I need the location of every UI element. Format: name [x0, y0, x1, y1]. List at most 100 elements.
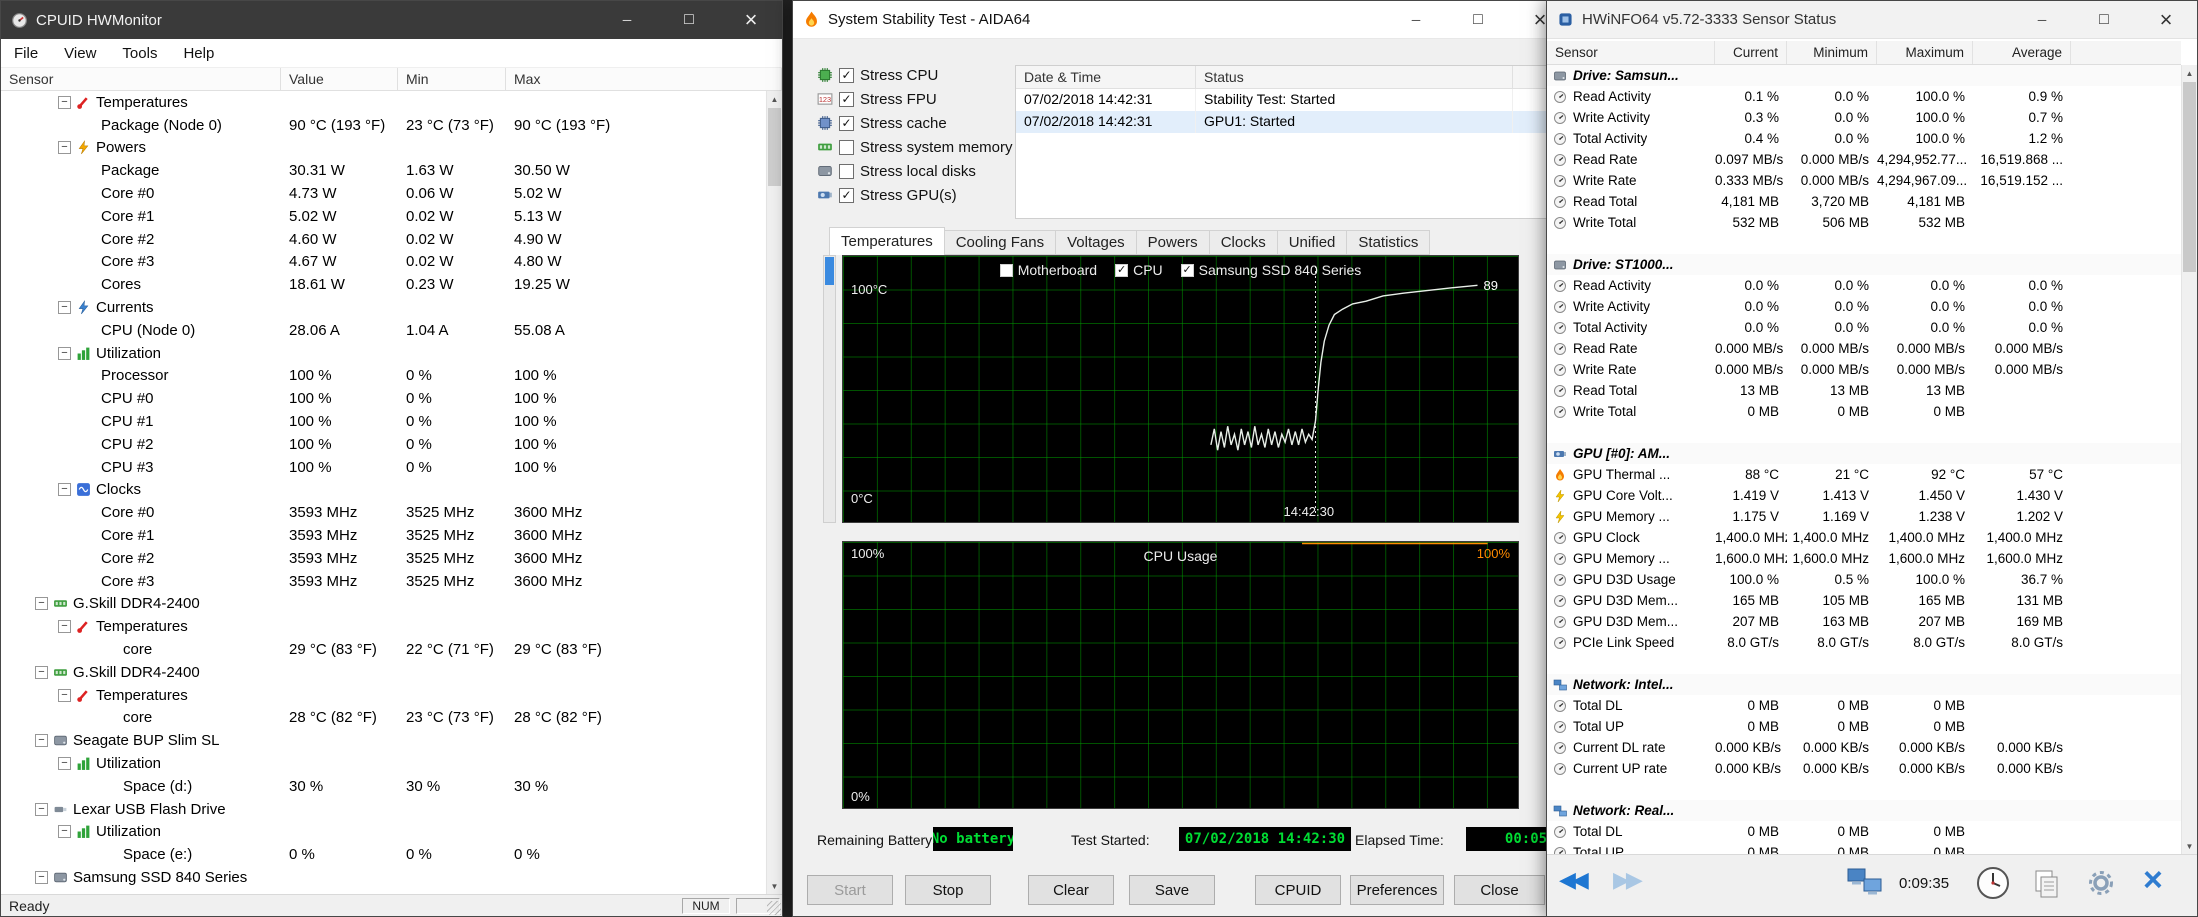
sensor-row[interactable]: Utilization: [1, 821, 766, 844]
sensor-group-header[interactable]: Network: Real...: [1547, 800, 2181, 821]
chart-scrollbar-thumb[interactable]: [825, 257, 834, 285]
sensor-row[interactable]: CPU #2100 %0 %100 %: [1, 433, 766, 456]
sensor-row[interactable]: GPU Memory ...1.175 V1.169 V1.238 V1.202…: [1547, 506, 2181, 527]
menu-help[interactable]: Help: [170, 45, 227, 62]
aida64-titlebar[interactable]: System Stability Test - AIDA64: [793, 1, 1571, 39]
stop-button[interactable]: Stop: [905, 875, 991, 905]
sensor-row[interactable]: Write Total0 MB0 MB0 MB: [1547, 401, 2181, 422]
stress-checkbox[interactable]: [839, 164, 854, 179]
sensor-row[interactable]: Read Rate0.000 MB/s0.000 MB/s0.000 MB/s0…: [1547, 338, 2181, 359]
sensor-row[interactable]: Currents: [1, 296, 766, 319]
history-back-icon[interactable]: [1559, 867, 1585, 893]
sensor-row[interactable]: CPU #1100 %0 %100 %: [1, 410, 766, 433]
menu-view[interactable]: View: [51, 45, 109, 62]
tree-expander[interactable]: [58, 757, 71, 770]
sensor-row[interactable]: PCIe Link Speed8.0 GT/s8.0 GT/s8.0 GT/s8…: [1547, 632, 2181, 653]
sensor-row[interactable]: core28 °C (82 °F)23 °C (73 °F)28 °C (82 …: [1, 707, 766, 730]
sensor-row[interactable]: Read Rate0.097 MB/s0.000 MB/s4,294,952.7…: [1547, 149, 2181, 170]
sensor-group-header[interactable]: Drive: ST1000...: [1547, 254, 2181, 275]
tree-expander[interactable]: [58, 689, 71, 702]
sensor-row[interactable]: Total UP0 MB0 MB0 MB: [1547, 842, 2181, 854]
sensor-row[interactable]: GPU D3D Mem...165 MB105 MB165 MB131 MB: [1547, 590, 2181, 611]
vertical-scrollbar[interactable]: [766, 91, 782, 894]
log-row[interactable]: 07/02/2018 14:42:31GPU1: Started: [1016, 111, 1562, 133]
sensor-row[interactable]: G.Skill DDR4-2400: [1, 661, 766, 684]
tree-expander[interactable]: [58, 483, 71, 496]
sensor-row[interactable]: Utilization: [1, 342, 766, 365]
sensor-row[interactable]: Core #03593 MHz3525 MHz3600 MHz: [1, 501, 766, 524]
stress-option[interactable]: Stress local disks: [817, 159, 1013, 183]
column-header-maximum[interactable]: Maximum: [1877, 41, 1973, 64]
report-icon[interactable]: [2033, 869, 2061, 899]
stress-option[interactable]: Stress cache: [817, 111, 1013, 135]
start-button[interactable]: Start: [807, 875, 893, 905]
maximize-button[interactable]: [658, 1, 720, 39]
sensor-row[interactable]: Write Total532 MB506 MB532 MB: [1547, 212, 2181, 233]
maximize-button[interactable]: [1447, 1, 1509, 38]
scrollbar-thumb[interactable]: [768, 108, 781, 186]
column-header-min[interactable]: Min: [398, 68, 506, 90]
log-row[interactable]: 07/02/2018 14:42:31Stability Test: Start…: [1016, 89, 1562, 111]
tree-expander[interactable]: [58, 141, 71, 154]
menu-file[interactable]: File: [1, 45, 51, 62]
tab-unified[interactable]: Unified: [1278, 230, 1348, 255]
sensor-row[interactable]: Read Activity0.0 %0.0 %0.0 %0.0 %: [1547, 275, 2181, 296]
minimize-button[interactable]: [596, 1, 658, 39]
settings-gear-icon[interactable]: [2087, 869, 2115, 897]
close-button[interactable]: [2135, 1, 2197, 38]
sensor-row[interactable]: G.Skill DDR4-2400: [1, 593, 766, 616]
sensor-row[interactable]: GPU Thermal ...88 °C21 °C92 °C57 °C: [1547, 464, 2181, 485]
maximize-button[interactable]: [2073, 1, 2135, 38]
stress-checkbox[interactable]: [839, 116, 854, 131]
sensor-row[interactable]: Read Total13 MB13 MB13 MB: [1547, 380, 2181, 401]
sensor-row[interactable]: Current UP rate0.000 KB/s0.000 KB/s0.000…: [1547, 758, 2181, 779]
tab-cooling-fans[interactable]: Cooling Fans: [945, 230, 1056, 255]
sensor-row[interactable]: Processor100 %0 %100 %: [1, 365, 766, 388]
legend-checkbox[interactable]: [1115, 264, 1128, 277]
stress-checkbox[interactable]: [839, 68, 854, 83]
column-header-value[interactable]: Value: [281, 68, 398, 90]
column-header-sensor[interactable]: Sensor: [1547, 41, 1715, 64]
sensor-row[interactable]: Space (d:)30 %30 %30 %: [1, 775, 766, 798]
sensor-row[interactable]: Lexar USB Flash Drive: [1, 798, 766, 821]
sensor-row[interactable]: Current DL rate0.000 KB/s0.000 KB/s0.000…: [1547, 737, 2181, 758]
tree-expander[interactable]: [58, 825, 71, 838]
scroll-up-icon[interactable]: [767, 91, 782, 107]
sensor-row[interactable]: GPU Memory ...1,600.0 MHz1,600.0 MHz1,60…: [1547, 548, 2181, 569]
sensor-row[interactable]: Core #34.67 W0.02 W4.80 W: [1, 251, 766, 274]
log-column-status[interactable]: Status: [1196, 66, 1513, 88]
vertical-scrollbar[interactable]: [2181, 65, 2197, 854]
sensor-row[interactable]: Read Total4,181 MB3,720 MB4,181 MB: [1547, 191, 2181, 212]
sensor-row[interactable]: Core #24.60 W0.02 W4.90 W: [1, 228, 766, 251]
resize-grip[interactable]: [767, 901, 781, 915]
sensor-row[interactable]: CPU #0100 %0 %100 %: [1, 387, 766, 410]
sensor-row[interactable]: Space (e:)0 %0 %0 %: [1, 843, 766, 866]
sensor-row[interactable]: Temperatures: [1, 684, 766, 707]
stress-option[interactable]: Stress CPU: [817, 63, 1013, 87]
sensor-row[interactable]: Powers: [1, 137, 766, 160]
close-sensors-icon[interactable]: [2143, 861, 2163, 900]
stress-checkbox[interactable]: [839, 188, 854, 203]
save-button[interactable]: Save: [1129, 875, 1215, 905]
sensor-row[interactable]: Write Activity0.0 %0.0 %0.0 %0.0 %: [1547, 296, 2181, 317]
tree-expander[interactable]: [58, 620, 71, 633]
tree-expander[interactable]: [35, 597, 48, 610]
sensor-row[interactable]: Package (Node 0)90 °C (193 °F)23 °C (73 …: [1, 114, 766, 137]
sensor-row[interactable]: Total Activity0.4 %0.0 %100.0 %1.2 %: [1547, 128, 2181, 149]
sensor-row[interactable]: Write Rate0.333 MB/s0.000 MB/s4,294,967.…: [1547, 170, 2181, 191]
sensor-row[interactable]: Core #23593 MHz3525 MHz3600 MHz: [1, 547, 766, 570]
sensor-row[interactable]: Total UP0 MB0 MB0 MB: [1547, 716, 2181, 737]
log-column-datetime[interactable]: Date & Time: [1016, 66, 1196, 88]
tree-expander[interactable]: [58, 96, 71, 109]
sensor-row[interactable]: CPU (Node 0)28.06 A1.04 A55.08 A: [1, 319, 766, 342]
sensor-row[interactable]: GPU D3D Mem...207 MB163 MB207 MB169 MB: [1547, 611, 2181, 632]
history-forward-icon[interactable]: [1613, 867, 1639, 893]
sensor-row[interactable]: Core #33593 MHz3525 MHz3600 MHz: [1, 570, 766, 593]
sensor-row[interactable]: Cores18.61 W0.23 W19.25 W: [1, 273, 766, 296]
clock-icon[interactable]: [1975, 865, 2011, 901]
scroll-up-icon[interactable]: [2182, 65, 2197, 81]
column-header-max[interactable]: Max: [506, 68, 782, 90]
sensor-row[interactable]: Core #13593 MHz3525 MHz3600 MHz: [1, 524, 766, 547]
scroll-down-icon[interactable]: [767, 878, 782, 894]
sensor-row[interactable]: Samsung SSD 840 Series: [1, 866, 766, 889]
